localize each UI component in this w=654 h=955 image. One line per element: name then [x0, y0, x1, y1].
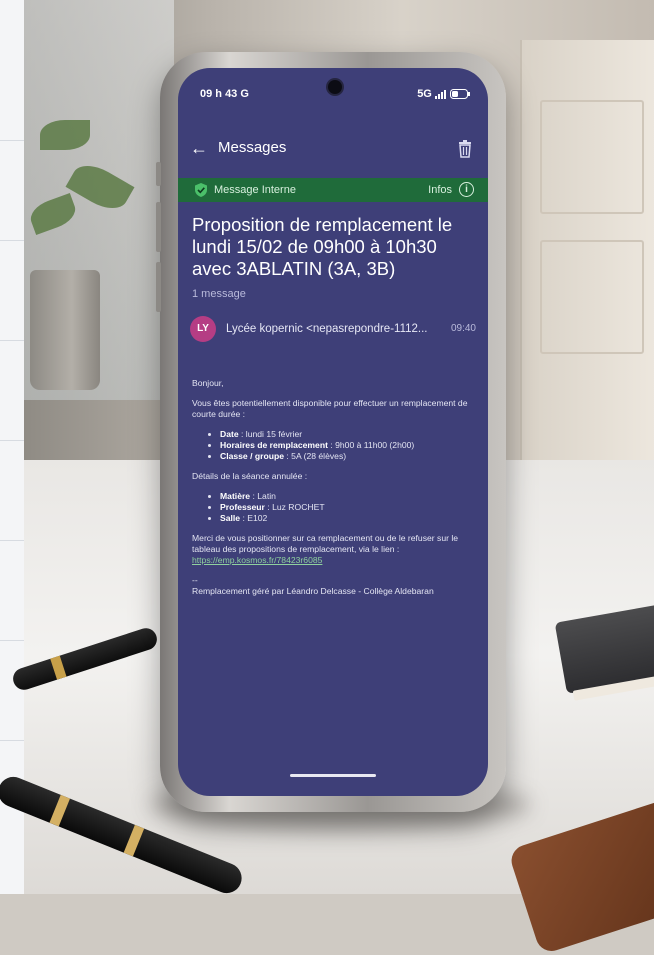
- plant-pot: [30, 270, 100, 390]
- greeting: Bonjour,: [192, 378, 224, 388]
- list-item: Classe / groupe : 5A (28 élèves): [220, 451, 478, 462]
- sender-address: Lycée kopernic <nepasrepondre-1112...: [226, 323, 428, 335]
- replacement-link[interactable]: https://emp.kosmos.fr/78423r6085: [192, 555, 322, 565]
- info-icon[interactable]: i: [459, 182, 474, 197]
- shield-check-icon: [195, 183, 207, 197]
- status-bar: 09 h 43 G 5G: [200, 88, 470, 108]
- avatar: LY: [190, 316, 216, 342]
- replacement-details: Date : lundi 15 février Horaires de remp…: [192, 429, 478, 462]
- message-count: 1 message: [192, 288, 246, 300]
- list-item: Professeur : Luz ROCHET: [220, 502, 478, 513]
- list-item: Date : lundi 15 février: [220, 429, 478, 440]
- sender-row[interactable]: LY Lycée kopernic <nepasrepondre-1112...…: [190, 316, 480, 346]
- status-time: 09 h 43 G: [200, 88, 249, 100]
- arrow-left-icon[interactable]: ←: [190, 136, 208, 160]
- message-body: Bonjour, Vous êtes potentiellement dispo…: [192, 378, 478, 606]
- session-heading: Détails de la séance annulée :: [192, 471, 308, 481]
- app-bar-title: Messages: [218, 139, 287, 156]
- closing-text: Merci de vous positionner sur ca remplac…: [192, 533, 459, 565]
- signal-icon: [434, 89, 446, 99]
- session-details: Matière : Latin Professeur : Luz ROCHET …: [192, 491, 478, 524]
- app-bar: ← Messages: [190, 136, 480, 162]
- intro-text: Vous êtes potentiellement disponible pou…: [192, 398, 468, 419]
- banner-label: Message Interne: [214, 184, 296, 196]
- smartphone: 09 h 43 G 5G ← Messages Message Interne …: [156, 52, 506, 812]
- phone-screen: 09 h 43 G 5G ← Messages Message Interne …: [178, 68, 488, 796]
- status-signal: 5G: [417, 88, 470, 100]
- battery-icon: [450, 89, 470, 100]
- infos-link[interactable]: Infos: [428, 184, 452, 196]
- list-item: Salle : E102: [220, 513, 478, 524]
- home-indicator[interactable]: [290, 774, 376, 777]
- internal-message-banner: Message Interne Infos i: [178, 178, 488, 202]
- left-edge-panel: [0, 0, 25, 894]
- trash-icon[interactable]: [458, 140, 472, 158]
- message-time: 09:40: [450, 323, 476, 334]
- list-item: Horaires de remplacement : 9h00 à 11h00 …: [220, 440, 478, 451]
- message-subject: Proposition de remplacement le lundi 15/…: [192, 214, 453, 279]
- signature: -- Remplacement géré par Léandro Delcass…: [192, 575, 434, 596]
- list-item: Matière : Latin: [220, 491, 478, 502]
